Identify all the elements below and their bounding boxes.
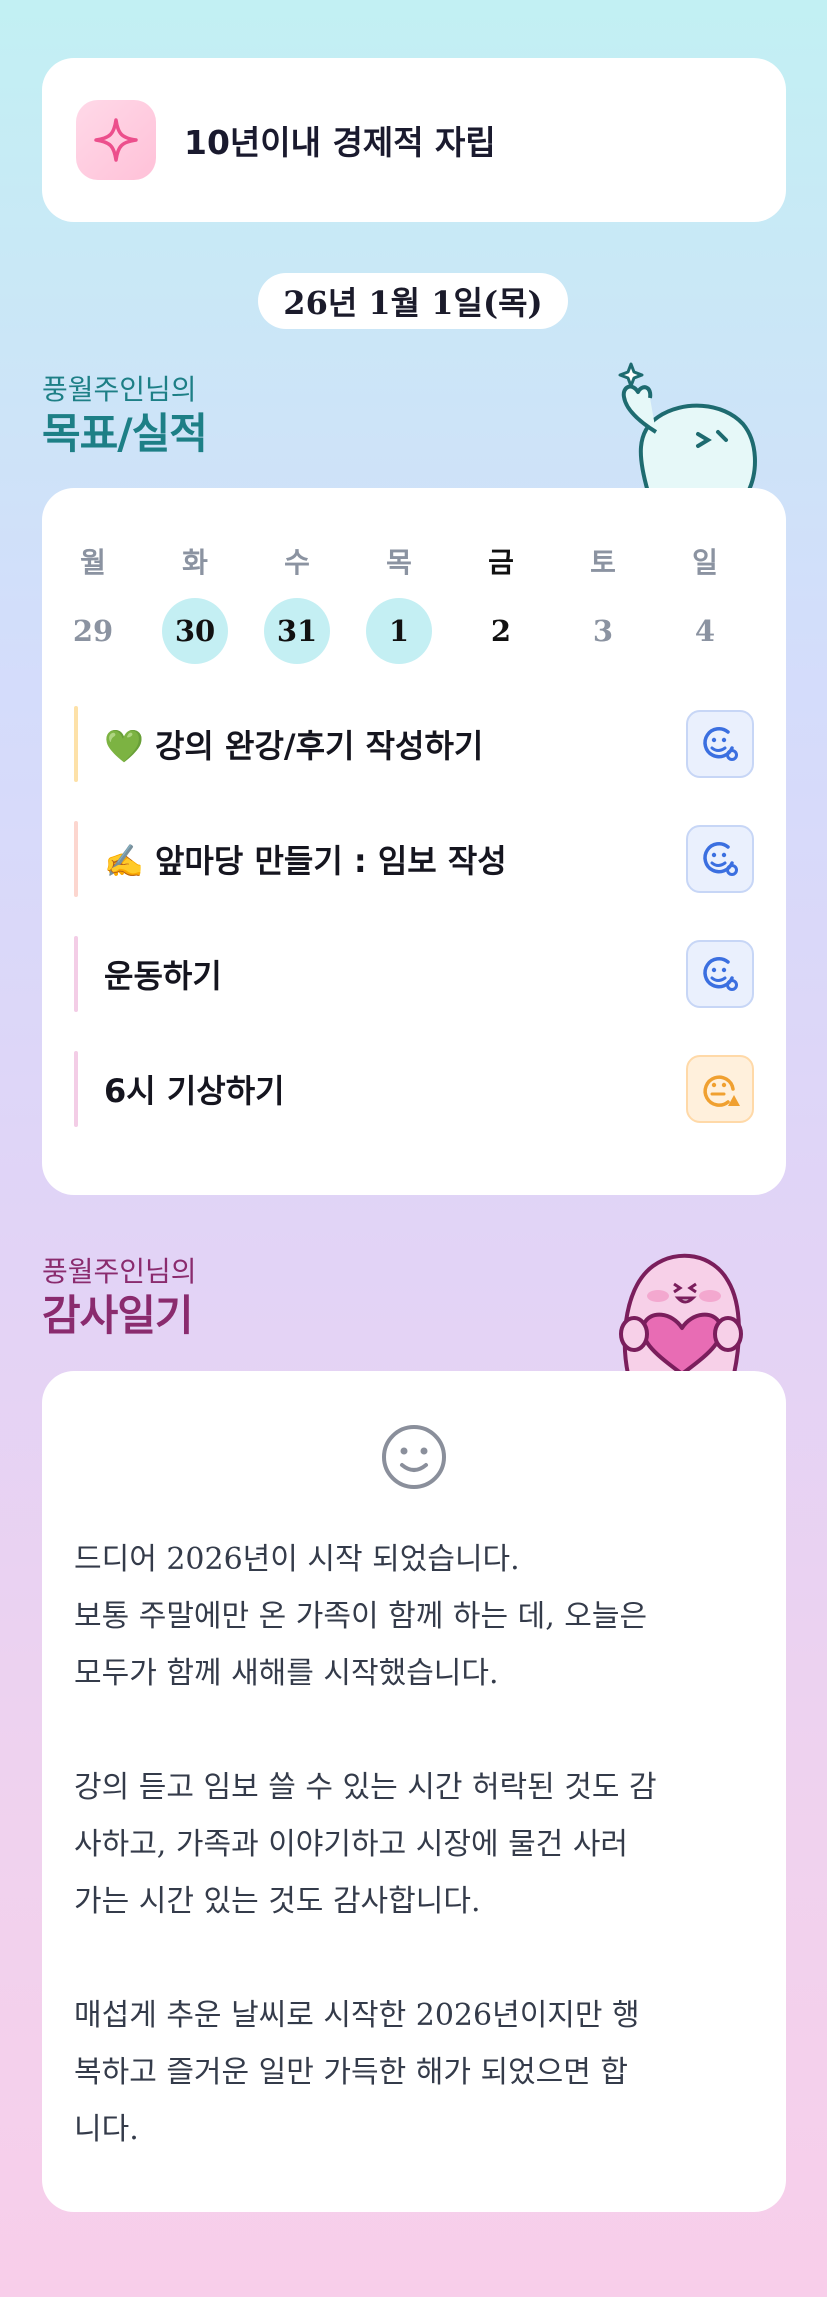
task-label: 운동하기 [104,957,222,995]
gratitude-card: 드디어 2026년이 시작 되었습니다. 보통 주말에만 온 가족이 함께 하는… [42,1371,786,2212]
weekday-label: 토 [590,546,616,579]
task-item[interactable]: 💚 강의 완강/후기 작성하기 [74,706,754,782]
task-bar [74,1051,78,1127]
weekday-label: 화 [182,546,208,579]
journal-paragraph: 매섭게 추운 날씨로 시작한 2026년이지만 행 복하고 즐거운 일만 가득한… [74,1998,640,2147]
date-selector[interactable]: 26년 1월 1일(목) [258,273,568,329]
task-label: ✍️ 앞마당 만들기 : 임보 작성 [104,842,507,880]
weekday-label: 일 [692,546,718,579]
mascot-heart-icon [619,1253,743,1374]
journal-paragraph: 강의 듣고 임보 쓸 수 있는 시간 허락된 것도 감 사하고, 가족과 이야기… [74,1770,657,1919]
weekday-label: 목 [386,546,412,579]
smile-status-icon[interactable] [686,710,754,778]
mascot-ghost-icon [618,362,757,492]
task-bar [74,706,78,782]
weekday-header: 월 화 수 목 금 토 일 [42,538,786,584]
goals-card: 월 화 수 목 금 토 일 29 30 31 1 2 3 4 💚 강의 완강/후… [42,488,786,1195]
date-cell[interactable]: 3 [570,598,636,664]
goal-card[interactable]: 10년이내 경제적 자립 [42,58,786,222]
date-cell[interactable]: 4 [672,598,738,664]
date-cell-completed[interactable]: 30 [162,598,228,664]
date-cell-today[interactable]: 2 [468,598,534,664]
task-label: 6시 기상하기 [104,1072,285,1110]
smile-status-icon[interactable] [686,940,754,1008]
gratitude-section-title: 감사일기 [42,1291,194,1340]
task-item[interactable]: 6시 기상하기 [74,1051,754,1127]
smile-status-icon[interactable] [686,825,754,893]
date-cell-completed[interactable]: 1 [366,598,432,664]
task-bar [74,936,78,1012]
date-cell-completed[interactable]: 31 [264,598,330,664]
journal-text: 드디어 2026년이 시작 되었습니다. 보통 주말에만 온 가족이 함께 하는… [74,1531,764,2158]
smile-face-icon [382,1425,446,1489]
sparkle-icon [76,100,156,180]
date-cell[interactable]: 29 [60,598,126,664]
task-label: 💚 강의 완강/후기 작성하기 [104,727,484,765]
weekday-label: 수 [284,546,310,579]
task-item[interactable]: ✍️ 앞마당 만들기 : 임보 작성 [74,821,754,897]
goals-section-title: 목표/실적 [42,409,208,458]
journal-paragraph: 드디어 2026년이 시작 되었습니다. 보통 주말에만 온 가족이 함께 하는… [74,1542,648,1691]
goal-title: 10년이내 경제적 자립 [184,123,496,162]
date-row: 29 30 31 1 2 3 4 [42,598,786,664]
warning-status-icon[interactable] [686,1055,754,1123]
task-item[interactable]: 운동하기 [74,936,754,1012]
task-bar [74,821,78,897]
weekday-label: 월 [80,546,106,579]
weekday-label-today: 금 [488,546,514,579]
